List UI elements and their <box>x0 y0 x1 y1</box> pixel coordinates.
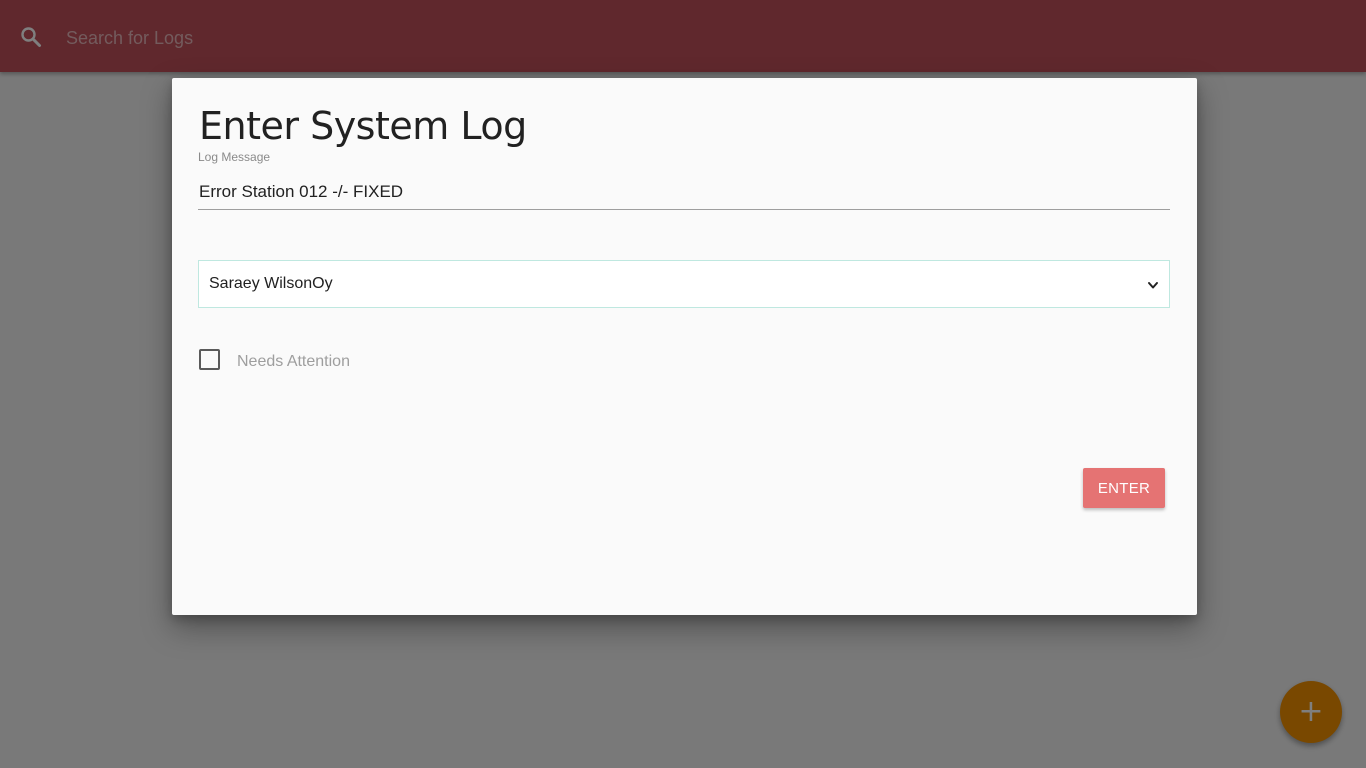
enter-log-dialog: Enter System Log Log Message Saraey Wils… <box>172 78 1197 615</box>
log-message-label: Log Message <box>198 150 271 164</box>
assignee-selected-value: Saraey WilsonOy <box>209 275 333 292</box>
needs-attention-label[interactable]: Needs Attention <box>237 353 350 371</box>
log-message-input[interactable] <box>198 174 1170 210</box>
dialog-title: Enter System Log <box>199 104 527 148</box>
enter-button[interactable]: ENTER <box>1083 468 1165 508</box>
chevron-down-icon <box>1147 278 1159 290</box>
needs-attention-checkbox[interactable] <box>199 349 220 370</box>
needs-attention-row[interactable]: Needs Attention <box>199 348 350 371</box>
assignee-select[interactable]: Saraey WilsonOy <box>198 260 1170 308</box>
